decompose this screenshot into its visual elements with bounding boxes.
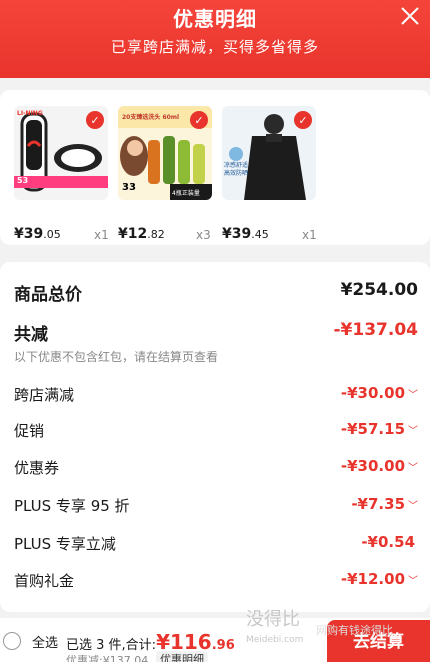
product-title-text: 20支臻选洗头 60ml <box>122 114 180 121</box>
product-qty: x3 <box>196 228 211 242</box>
product-item[interactable]: LI-NING 53 ✓ ¥39.05 x1 <box>14 106 110 242</box>
select-all-label[interactable]: 全选 <box>32 632 58 651</box>
product-image: 20支臻选洗头 60ml 33 4瓶正装量 ✓ <box>118 106 212 200</box>
discount-item-plus-reduce: PLUS 专享立减 -¥0.54 <box>14 533 418 555</box>
product-feature-text: 凉感舒适 高效防晒 <box>224 162 249 177</box>
product-promo: 4瓶正装量 <box>172 190 200 197</box>
reduce-label: 共减 <box>14 325 48 345</box>
product-qty: x1 <box>94 228 109 242</box>
page-subtitle: 已享跨店满减，买得多省得多 <box>110 38 319 56</box>
chevron-down-icon: ﹀ <box>408 390 418 401</box>
product-item[interactable]: 凉感舒适 高效防晒 ✓ ¥39.45 x1 <box>222 106 318 242</box>
chevron-down-icon: ﹀ <box>408 576 418 587</box>
discount-item-label: PLUS 专享立减 <box>14 535 116 553</box>
discount-summary: 商品总价 ¥254.00 共减 -¥137.04 以下优惠不包含红包，请在结算页… <box>0 262 430 612</box>
page-title: 优惠明细 <box>173 7 257 31</box>
chevron-down-icon: ﹀ <box>408 463 418 474</box>
discount-amount: 优惠减:¥137.04 <box>66 654 149 662</box>
chevron-down-icon: ﹀ <box>408 426 418 437</box>
checked-icon: ✓ <box>294 111 312 129</box>
discount-note: 以下优惠不包含红包，请在结算页查看 <box>14 350 219 364</box>
discount-item-label: 首购礼金 <box>14 572 75 590</box>
discount-item-coupon[interactable]: 优惠券 -¥30.00 ﹀ <box>14 457 418 479</box>
product-image: 凉感舒适 高效防晒 ✓ <box>222 106 316 200</box>
discount-item-value: -¥0.54 <box>361 533 415 551</box>
discount-item-promotion[interactable]: 促销 -¥57.15 ﹀ <box>14 420 418 442</box>
select-all-radio[interactable] <box>3 632 21 650</box>
discount-item-label: 跨店满减 <box>14 386 75 404</box>
chevron-down-icon: ﹀ <box>408 501 418 512</box>
close-icon <box>401 7 419 25</box>
checked-icon: ✓ <box>86 111 104 129</box>
product-image: LI-NING 53 ✓ <box>14 106 108 200</box>
discount-item-label: 促销 <box>14 422 45 440</box>
total-price-label: 商品总价 <box>14 285 82 305</box>
product-qty: x1 <box>302 228 317 242</box>
discount-detail-link[interactable]: 优惠明细 <box>156 651 208 662</box>
header: 优惠明细 已享跨店满减，买得多省得多 <box>0 0 430 78</box>
watermark-slogan: 网购有钱途得比 <box>316 624 393 637</box>
watermark: 没得比 Meidebi.com <box>246 609 304 646</box>
discount-item-value: -¥7.35 ﹀ <box>351 495 418 513</box>
product-badge: 33 <box>122 182 136 193</box>
total-price-value: ¥254.00 <box>340 280 418 300</box>
discount-item-value: -¥12.00 ﹀ <box>340 570 418 588</box>
product-item[interactable]: 20支臻选洗头 60ml 33 4瓶正装量 ✓ ¥12.82 x3 <box>118 106 214 242</box>
discount-item-value: -¥57.15 ﹀ <box>340 420 418 438</box>
reduce-value: -¥137.04 <box>333 320 419 340</box>
product-price: ¥39.45 <box>222 226 269 242</box>
close-button[interactable] <box>398 4 422 28</box>
product-badge: 53 <box>17 176 29 185</box>
discount-item-plus-95[interactable]: PLUS 专享 95 折 -¥7.35 ﹀ <box>14 495 418 517</box>
product-price: ¥12.82 <box>118 226 165 242</box>
discount-item-value: -¥30.00 ﹀ <box>340 457 418 475</box>
total-price-row: 商品总价 ¥254.00 <box>14 280 418 305</box>
discount-item-label: PLUS 专享 95 折 <box>14 497 130 515</box>
checked-icon: ✓ <box>190 111 208 129</box>
selected-summary: 已选 3 件,合计:¥116.96 <box>66 630 235 654</box>
discount-item-cross-store[interactable]: 跨店满减 -¥30.00 ﹀ <box>14 384 418 406</box>
discount-item-label: 优惠券 <box>14 459 60 477</box>
brand-text: LI-NING <box>17 110 43 117</box>
product-list: LI-NING 53 ✓ ¥39.05 x1 20支臻选洗头 60ml 33 4… <box>0 90 430 245</box>
discount-item-value: -¥30.00 ﹀ <box>340 384 418 402</box>
product-price: ¥39.05 <box>14 226 61 242</box>
reduce-row: 共减 -¥137.04 <box>14 320 419 345</box>
discount-item-first-purchase[interactable]: 首购礼金 -¥12.00 ﹀ <box>14 570 418 592</box>
